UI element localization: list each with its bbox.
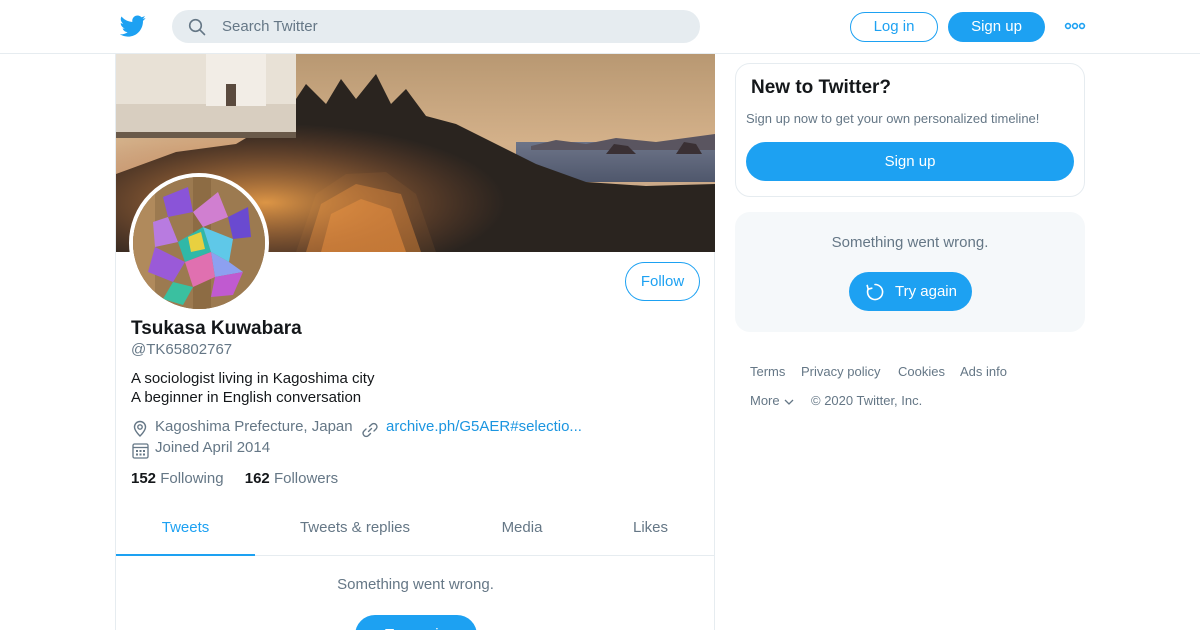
calendar-icon — [132, 443, 149, 459]
sidebar-try-again-button[interactable]: Try again — [849, 272, 972, 311]
footer-link-more[interactable]: More — [750, 393, 795, 408]
signup-button[interactable]: Sign up — [948, 12, 1045, 42]
twitter-bird-icon[interactable] — [120, 13, 146, 39]
chevron-down-icon — [784, 399, 794, 405]
link-icon — [362, 422, 378, 438]
more-label: More — [750, 393, 780, 408]
url-link[interactable]: archive.ph/G5AER#selectio... — [386, 418, 582, 435]
new-to-twitter-title: New to Twitter? — [751, 77, 892, 98]
profile-column: Follow Tsukasa Kuwabara @TK65802767 A so… — [115, 54, 715, 630]
try-again-label: Try again — [895, 283, 957, 300]
footer-link-ads-info[interactable]: Ads info — [960, 364, 1007, 379]
profile-handle[interactable]: @TK65802767 — [131, 341, 232, 358]
sidebar-error-message: Something went wrong. — [831, 234, 989, 251]
profile-tabs: Tweets Tweets & replies Media Likes — [116, 507, 715, 556]
timeline-error-message: Something went wrong. — [337, 576, 494, 593]
following-label: Following — [160, 470, 224, 487]
following-count: 152 — [131, 470, 157, 487]
followers-stat[interactable]: 162 Followers — [245, 470, 338, 487]
follow-button[interactable]: Follow — [625, 262, 700, 301]
joined-text: Joined April 2014 — [155, 439, 271, 456]
tab-likes[interactable]: Likes — [606, 507, 695, 556]
timeline-try-again-button[interactable]: Try again — [355, 615, 477, 630]
location-pin-icon — [133, 420, 147, 437]
bio-line: A sociologist living in Kagoshima city — [131, 370, 375, 387]
tab-media[interactable]: Media — [466, 507, 578, 556]
more-dots-icon[interactable] — [1064, 18, 1086, 34]
tab-tweets[interactable]: Tweets — [116, 507, 255, 556]
login-button[interactable]: Log in — [850, 12, 938, 42]
footer-link-privacy[interactable]: Privacy policy — [801, 364, 880, 379]
new-to-twitter-card: New to Twitter? Sign up now to get your … — [735, 63, 1085, 197]
search-input[interactable] — [222, 10, 682, 43]
footer-link-cookies[interactable]: Cookies — [898, 364, 945, 379]
refresh-icon — [866, 283, 884, 301]
top-navigation-bar: Log in Sign up — [0, 0, 1200, 54]
sidebar-error-card: Something went wrong. Try again — [735, 212, 1085, 332]
followers-count: 162 — [244, 470, 270, 487]
bio-line: A beginner in English conversation — [131, 389, 362, 406]
followers-label: Followers — [273, 470, 339, 487]
following-stat[interactable]: 152 Following — [131, 470, 224, 487]
profile-stats: 152 Following 162 Followers — [131, 470, 355, 487]
copyright-text: © 2020 Twitter, Inc. — [811, 393, 923, 408]
new-to-twitter-subtitle: Sign up now to get your own personalized… — [746, 111, 1040, 126]
tab-tweets-replies[interactable]: Tweets & replies — [270, 507, 440, 556]
profile-name: Tsukasa Kuwabara — [131, 318, 302, 339]
search-box — [172, 10, 700, 43]
location-text: Kagoshima Prefecture, Japan — [155, 418, 353, 435]
profile-avatar[interactable] — [129, 173, 269, 313]
search-icon — [188, 18, 206, 36]
footer-link-terms[interactable]: Terms — [750, 364, 785, 379]
sidebar-signup-button[interactable]: Sign up — [746, 142, 1074, 181]
